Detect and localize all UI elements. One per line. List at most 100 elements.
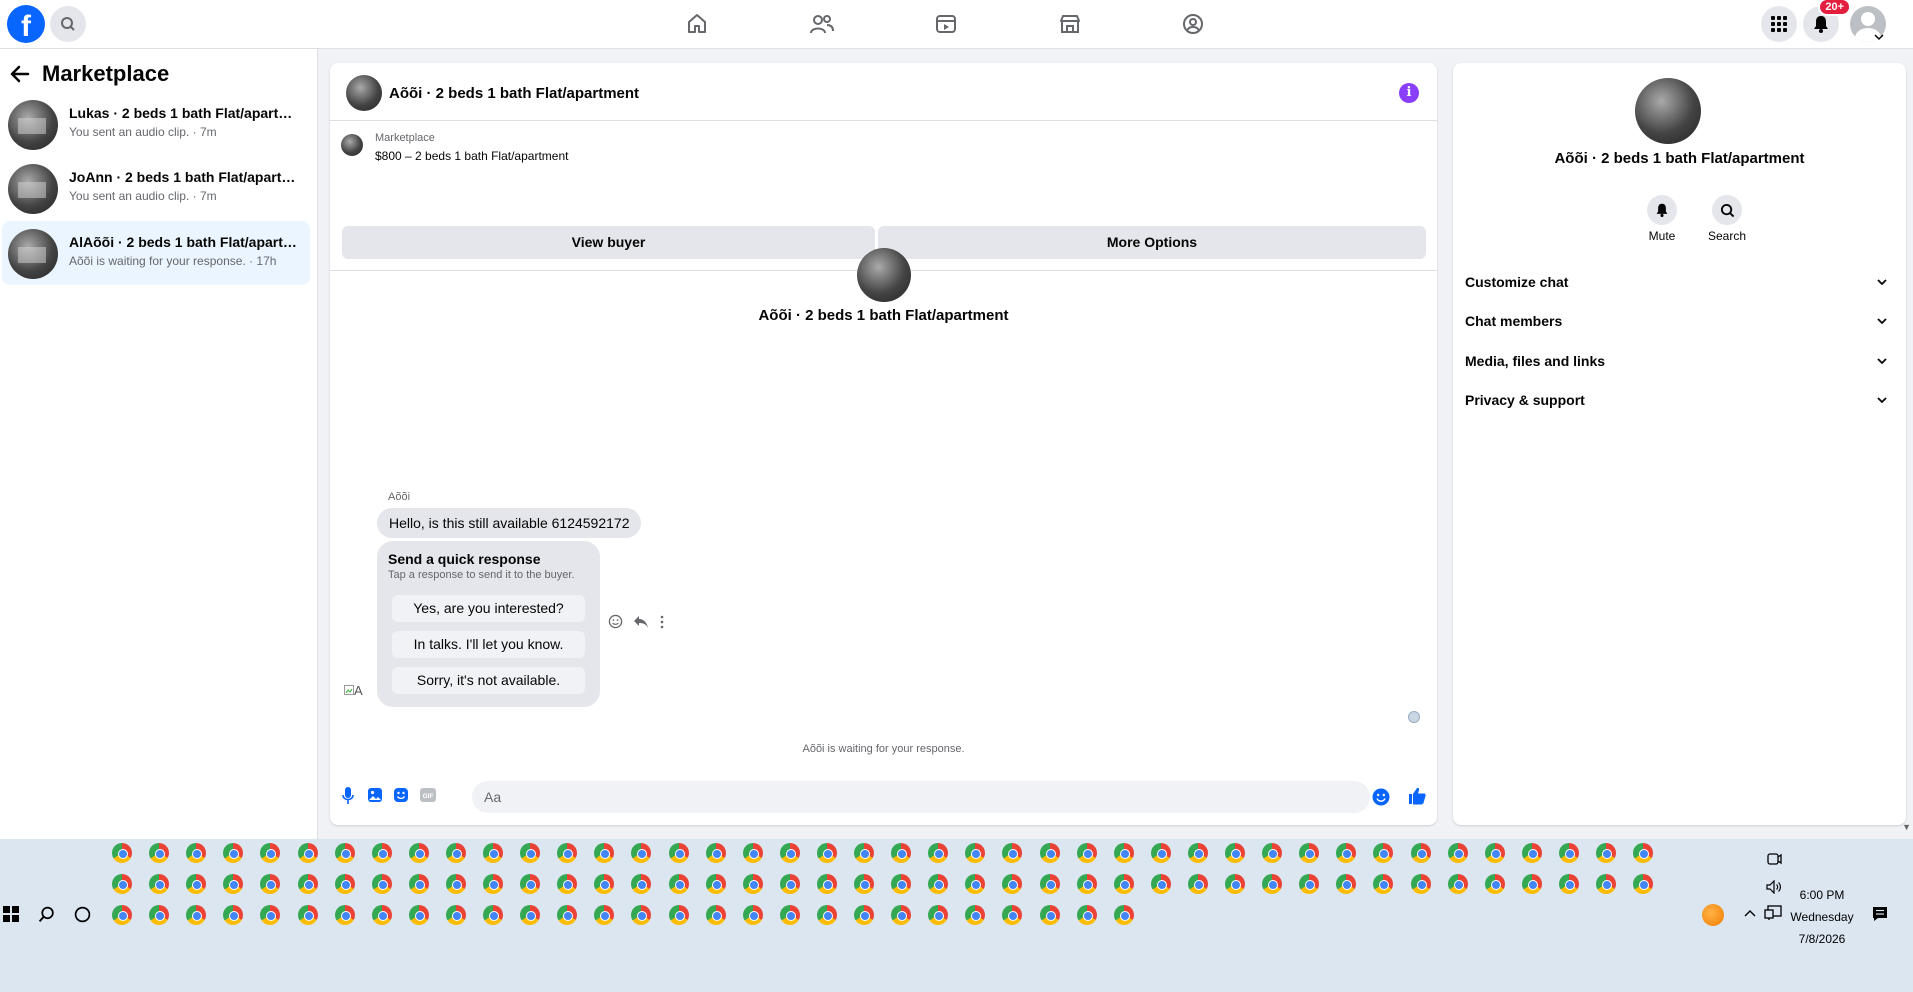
notification-center-icon[interactable]: [1872, 906, 1888, 922]
taskbar-browser-icon[interactable]: [1040, 905, 1060, 925]
taskbar-browser-icon[interactable]: [335, 843, 355, 863]
taskbar-browser-icon[interactable]: [1262, 843, 1282, 863]
search-icon[interactable]: [38, 906, 55, 923]
taskbar-browser-icon[interactable]: [409, 843, 429, 863]
conversation-item[interactable]: JoAnn · 2 beds 1 bath Flat/apartm... You…: [2, 156, 310, 220]
back-arrow-icon[interactable]: [10, 65, 30, 83]
quick-reply-button[interactable]: Sorry, it's not available.: [392, 667, 585, 694]
taskbar-browser-icon[interactable]: [1225, 843, 1245, 863]
taskbar-browser-icon[interactable]: [854, 843, 874, 863]
taskbar-browser-icon[interactable]: [260, 843, 280, 863]
taskbar-browser-icon[interactable]: [743, 843, 763, 863]
quick-reply-button[interactable]: Yes, are you interested?: [392, 595, 585, 622]
taskbar-browser-icon[interactable]: [1077, 905, 1097, 925]
taskbar-browser-icon[interactable]: [891, 874, 911, 894]
taskbar-browser-icon[interactable]: [1188, 843, 1208, 863]
taskbar-browser-icon[interactable]: [891, 843, 911, 863]
taskbar-browser-icon[interactable]: [631, 905, 651, 925]
taskbar-browser-icon[interactable]: [854, 905, 874, 925]
react-emoji-icon[interactable]: [608, 614, 623, 629]
privacy-support-row[interactable]: Privacy & support: [1465, 385, 1891, 415]
listing-price[interactable]: $800 – 2 beds 1 bath Flat/apartment: [375, 149, 568, 163]
taskbar-browser-icon[interactable]: [965, 843, 985, 863]
taskbar-browser-icon[interactable]: [1336, 843, 1356, 863]
taskbar-browser-icon[interactable]: [631, 874, 651, 894]
taskbar-browser-icon[interactable]: [780, 874, 800, 894]
taskbar-browser-icon[interactable]: [965, 874, 985, 894]
notifications-button[interactable]: 20+: [1803, 0, 1851, 42]
quick-reply-button[interactable]: In talks. I'll let you know.: [392, 631, 585, 658]
taskbar-browser-icon[interactable]: [1040, 843, 1060, 863]
taskbar-browser-icon[interactable]: [669, 843, 689, 863]
taskbar-browser-icon[interactable]: [928, 905, 948, 925]
taskbar-browser-icon[interactable]: [854, 874, 874, 894]
taskbar-browser-icon[interactable]: [298, 874, 318, 894]
taskbar-browser-icon[interactable]: [1485, 843, 1505, 863]
search-button[interactable]: [50, 6, 86, 42]
taskbar-browser-icon[interactable]: [780, 905, 800, 925]
taskbar-browser-icon[interactable]: [817, 843, 837, 863]
taskbar-browser-icon[interactable]: [557, 874, 577, 894]
taskbar-browser-icon[interactable]: [928, 874, 948, 894]
taskbar-browser-icon[interactable]: [743, 874, 763, 894]
taskbar-browser-icon[interactable]: [223, 905, 243, 925]
chat-members-row[interactable]: Chat members: [1465, 306, 1891, 336]
taskbar-browser-icon[interactable]: [1077, 843, 1097, 863]
taskbar-browser-icon[interactable]: [743, 905, 763, 925]
taskbar-browser-icon[interactable]: [1336, 874, 1356, 894]
taskbar-browser-icon[interactable]: [409, 905, 429, 925]
more-vertical-icon[interactable]: [659, 615, 665, 629]
taskbar-browser-icon[interactable]: [446, 843, 466, 863]
taskbar-browser-icon[interactable]: [112, 874, 132, 894]
taskbar-browser-icon[interactable]: [1522, 874, 1542, 894]
taskbar-browser-icon[interactable]: [706, 843, 726, 863]
meet-now-icon[interactable]: [1766, 851, 1782, 867]
taskbar-browser-icon[interactable]: [260, 874, 280, 894]
taskbar-browser-icon[interactable]: [1077, 874, 1097, 894]
chevron-up-icon[interactable]: [1744, 909, 1756, 917]
taskbar-browser-icon[interactable]: [260, 905, 280, 925]
taskbar-browser-icon[interactable]: [409, 874, 429, 894]
taskbar-browser-icon[interactable]: [1002, 843, 1022, 863]
taskbar-browser-icon[interactable]: [1485, 874, 1505, 894]
taskbar-browser-icon[interactable]: [186, 905, 206, 925]
taskbar-browser-icon[interactable]: [372, 843, 392, 863]
conversation-item[interactable]: Lukas · 2 beds 1 bath Flat/apartment You…: [2, 92, 310, 156]
chevron-down-icon[interactable]: [1874, 33, 1884, 41]
taskbar-browser-icon[interactable]: [594, 843, 614, 863]
network-icon[interactable]: [1764, 905, 1782, 921]
taskbar-browser-icon[interactable]: [1151, 874, 1171, 894]
task-view-icon[interactable]: [74, 906, 91, 923]
sticker-icon[interactable]: [393, 787, 409, 803]
taskbar-browser-icon[interactable]: [335, 874, 355, 894]
search-in-conversation-button[interactable]: Search: [1697, 195, 1757, 243]
gif-icon[interactable]: GIF: [419, 787, 437, 803]
taskbar-browser-icon[interactable]: [817, 874, 837, 894]
taskbar-browser-icon[interactable]: [298, 843, 318, 863]
reply-icon[interactable]: [633, 615, 649, 629]
taskbar-browser-icon[interactable]: [149, 905, 169, 925]
system-clock[interactable]: 6:00 PM Wednesday 7/8/2026: [1790, 884, 1854, 950]
marketplace-nav-icon[interactable]: [1054, 8, 1086, 40]
like-thumbs-up-icon[interactable]: [1407, 786, 1427, 806]
taskbar-browser-icon[interactable]: [891, 905, 911, 925]
taskbar-browser-icon[interactable]: [631, 843, 651, 863]
taskbar-browser-icon[interactable]: [446, 905, 466, 925]
home-nav-icon[interactable]: [681, 8, 713, 40]
taskbar-browser-icon[interactable]: [446, 874, 466, 894]
taskbar-browser-icon[interactable]: [149, 843, 169, 863]
conversation-item-active[interactable]: AlAõõi · 2 beds 1 bath Flat/apartm... Aõ…: [2, 221, 310, 285]
customize-chat-row[interactable]: Customize chat: [1465, 267, 1891, 297]
taskbar-browser-icon[interactable]: [1373, 874, 1393, 894]
taskbar-browser-icon[interactable]: [372, 874, 392, 894]
taskbar-browser-icon[interactable]: [1411, 874, 1431, 894]
taskbar-browser-icon[interactable]: [780, 843, 800, 863]
taskbar-browser-icon[interactable]: [186, 874, 206, 894]
menu-grid-button[interactable]: [1761, 6, 1797, 42]
taskbar-browser-icon[interactable]: [928, 843, 948, 863]
taskbar-browser-icon[interactable]: [1114, 843, 1134, 863]
taskbar-browser-icon[interactable]: [965, 905, 985, 925]
taskbar-browser-icon[interactable]: [372, 905, 392, 925]
more-options-button[interactable]: More Options: [878, 226, 1426, 259]
taskbar-browser-icon[interactable]: [1225, 874, 1245, 894]
